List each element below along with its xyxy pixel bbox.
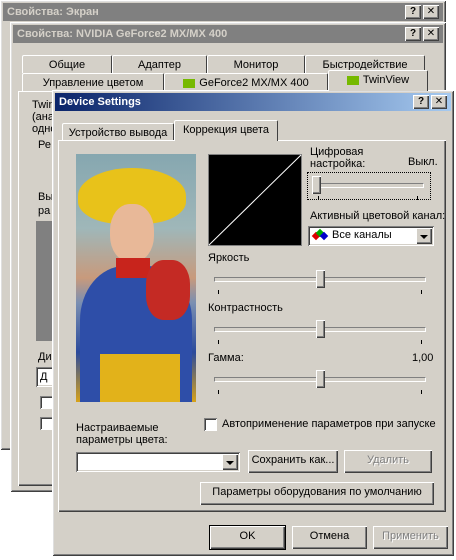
nvidia-icon [183,78,196,88]
contrast-label: Контрастность [208,302,283,314]
gamma-thumb[interactable] [316,370,325,388]
tab-color-correction[interactable]: Коррекция цвета [174,120,278,141]
hardware-defaults-button[interactable]: Параметры оборудования по умолчанию [200,482,434,505]
digital-vibrance-label: Цифровая настройка: [310,146,366,170]
gamma-value: 1,00 [412,352,434,364]
color-channel-dropdown[interactable]: Все каналы [308,226,434,246]
gamma-label: Гамма: [208,352,244,364]
apply-button[interactable]: Применить [373,526,448,549]
panel-text: (ана [32,111,54,123]
flowers-shape [146,260,190,320]
close-button[interactable]: ✕ [423,27,439,41]
tab-adapter[interactable]: Адаптер [112,55,207,73]
close-button[interactable]: ✕ [431,95,447,109]
cancel-button[interactable]: Отмена [292,526,367,549]
face-shape [110,204,154,262]
device-settings-title: Device Settings [59,96,141,108]
panel-text: Ре [38,139,51,151]
tab-general[interactable]: Общие [22,55,112,73]
tab-twinview[interactable]: TwinView [328,70,428,91]
tab-monitor[interactable]: Монитор [207,55,305,73]
color-channel-label: Активный цветовой канал: [310,210,446,222]
scarf-shape [116,258,150,278]
nvidia-icon [346,75,359,85]
close-button[interactable]: ✕ [423,5,439,19]
nvidia-properties-titlebar: Свойства: NVIDIA GeForce2 MX/MX 400 ? ✕ [13,25,443,43]
tab-output-device[interactable]: Устройство вывода [62,123,174,141]
panel-text: Ди [38,351,52,363]
display-properties-title: Свойства: Экран [7,6,99,18]
autoapply-label[interactable]: Автоприменение параметров при запуске [222,418,436,430]
color-correction-panel: Цифровая настройка: Выкл. Активный цвето… [58,140,446,512]
autoapply-checkbox[interactable] [204,418,217,431]
help-button[interactable]: ? [413,95,429,109]
panel-text: ра [38,205,51,217]
brightness-label: Яркость [208,252,250,264]
contrast-slider[interactable] [206,316,434,346]
chevron-down-icon[interactable] [222,454,238,470]
color-channel-value: Все каналы [332,229,392,241]
device-settings-dialog: Device Settings ? ✕ Устройство вывода Ко… [52,90,454,556]
gamma-curve-preview [208,154,302,246]
help-button[interactable]: ? [405,5,421,19]
digital-vibrance-thumb[interactable] [312,176,321,194]
digital-vibrance-value: Выкл. [408,156,438,168]
yellow-skirt-shape [100,354,180,402]
digital-vibrance-slider[interactable] [307,172,431,200]
help-button[interactable]: ? [405,27,421,41]
panel-text: Вы [38,191,54,203]
preview-photo [76,154,196,402]
brightness-thumb[interactable] [316,270,325,288]
ok-button[interactable]: OK [209,525,286,550]
gamma-slider[interactable] [206,366,434,396]
rgb-channels-icon [311,228,329,242]
presets-label: Настраиваемые параметры цвета: [76,422,168,446]
contrast-thumb[interactable] [316,320,325,338]
device-settings-titlebar: Device Settings ? ✕ [55,93,451,111]
presets-combobox[interactable] [76,452,240,472]
delete-button[interactable]: Удалить [344,450,432,473]
chevron-down-icon[interactable] [416,228,432,244]
brightness-slider[interactable] [206,266,434,296]
save-as-button[interactable]: Сохранить как... [248,450,338,473]
nvidia-properties-title: Свойства: NVIDIA GeForce2 MX/MX 400 [17,28,228,40]
display-properties-titlebar: Свойства: Экран ? ✕ [3,3,443,21]
tab-color-management[interactable]: Управление цветом [22,73,164,91]
tab-geforce[interactable]: GeForce2 MX/MX 400 [164,73,328,91]
